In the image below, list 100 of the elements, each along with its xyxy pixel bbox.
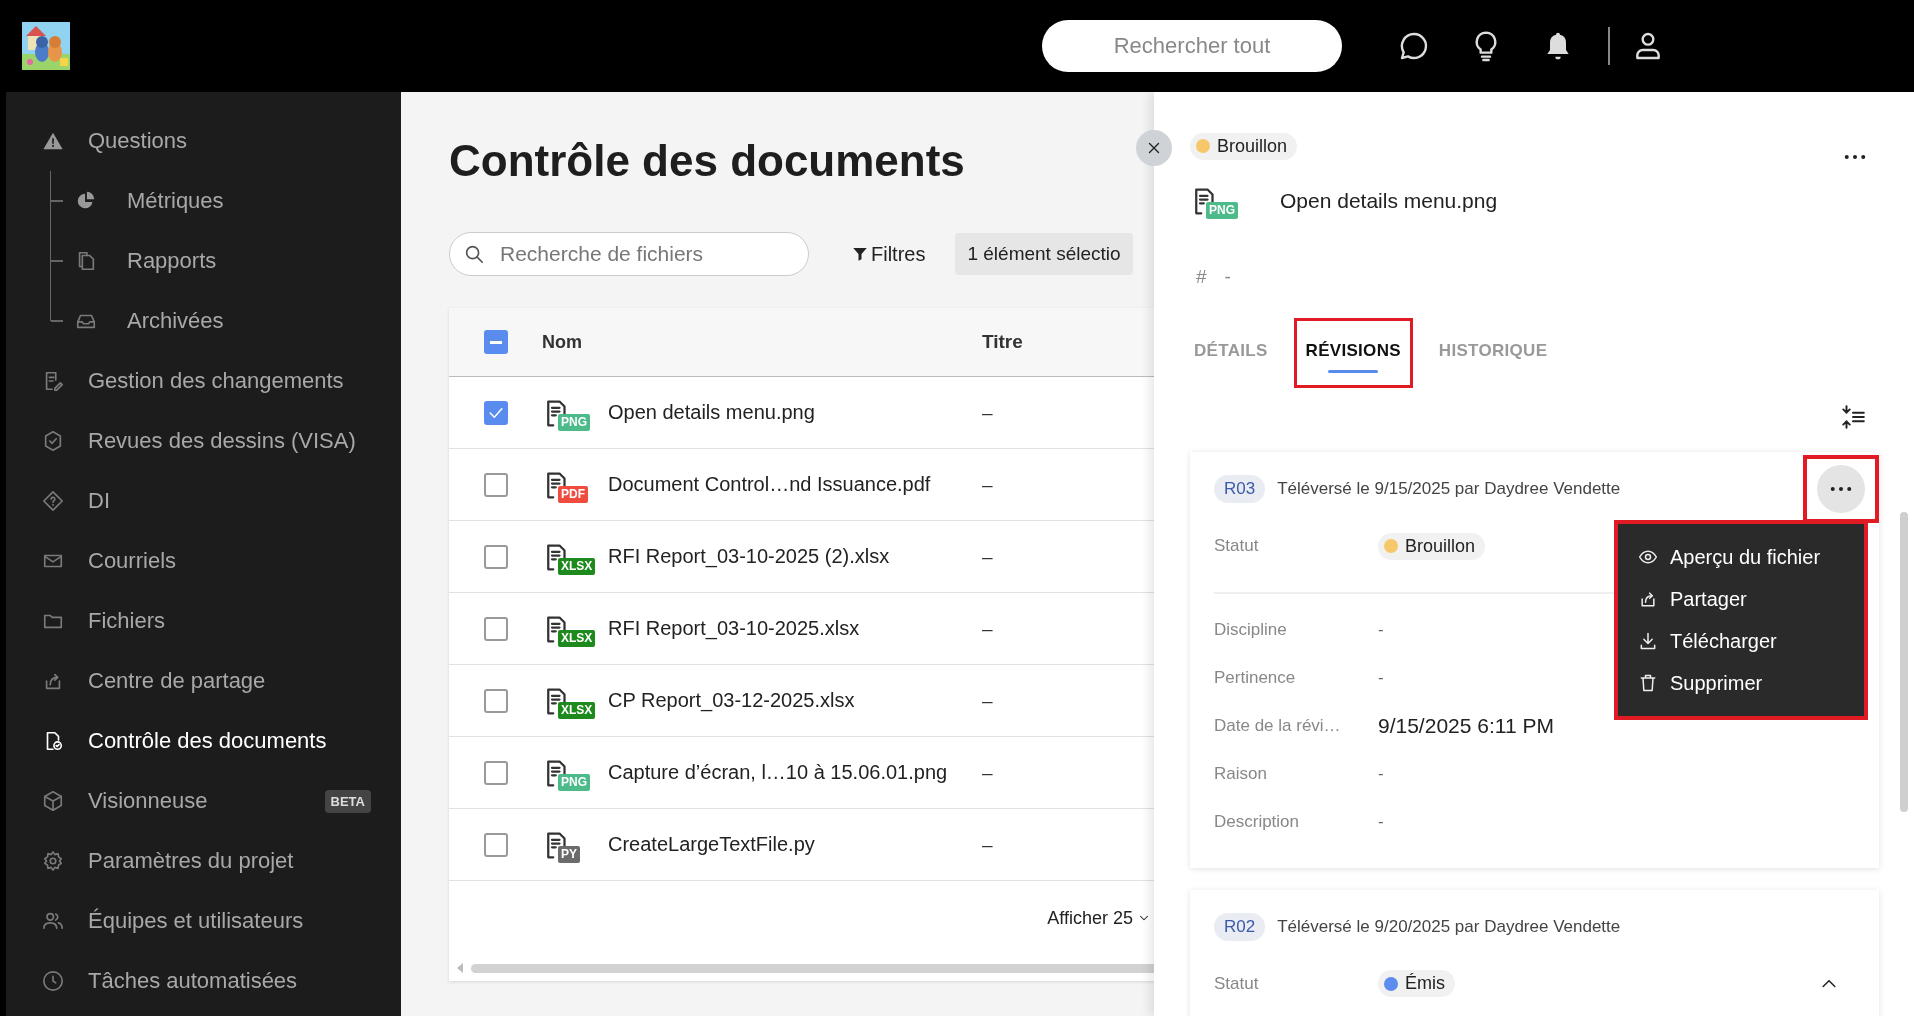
sidebar-subitem[interactable]: Archivées bbox=[51, 291, 401, 351]
page-title: Contrôle des documents bbox=[449, 136, 966, 186]
sidebar-item[interactable]: Équipes et utilisateurs bbox=[6, 891, 401, 951]
number-value: - bbox=[1224, 266, 1231, 288]
file-type-badge: PY bbox=[558, 845, 580, 863]
page-size-select[interactable]: Afficher 25 bbox=[1047, 907, 1151, 929]
file-type-badge: XLSX bbox=[558, 557, 596, 575]
cube-icon bbox=[42, 790, 64, 812]
users-icon bbox=[42, 910, 64, 932]
menu-item[interactable]: Aperçu du fichier bbox=[1618, 536, 1864, 578]
file-name[interactable]: Open details menu.png bbox=[608, 401, 815, 424]
file-name[interactable]: RFI Report_03-10-2025 (2).xlsx bbox=[608, 545, 890, 568]
row-checkbox[interactable] bbox=[483, 688, 508, 713]
sidebar-subitem[interactable]: Métriques bbox=[51, 171, 401, 231]
column-header[interactable]: Nom bbox=[542, 331, 982, 353]
field-value: - bbox=[1378, 811, 1384, 832]
table-cell: – bbox=[982, 617, 993, 640]
chat-icon bbox=[1398, 30, 1430, 62]
menu-item[interactable]: Partager bbox=[1618, 578, 1864, 620]
table-cell: – bbox=[982, 761, 993, 784]
menu-item[interactable]: Supprimer bbox=[1618, 662, 1864, 704]
sidebar-item[interactable]: Tâches automatisées bbox=[6, 951, 401, 1011]
sidebar-item[interactable]: Centre de partage bbox=[6, 651, 401, 711]
row-checkbox[interactable] bbox=[483, 544, 508, 569]
eye-icon bbox=[1638, 547, 1658, 567]
file-name[interactable]: Document Control…nd Issuance.pdf bbox=[608, 473, 931, 496]
clock-icon bbox=[42, 970, 64, 992]
sidebar-item[interactable]: Fichiers bbox=[6, 591, 401, 651]
field-label: Statut bbox=[1214, 536, 1260, 556]
more-icon bbox=[1830, 486, 1852, 492]
row-checkbox[interactable] bbox=[483, 760, 508, 785]
table-cell: – bbox=[982, 473, 993, 496]
field-label: Statut bbox=[1214, 973, 1260, 994]
file-type-badge: XLSX bbox=[558, 701, 596, 719]
revision-code: R03 bbox=[1214, 475, 1266, 503]
field-label: Raison bbox=[1214, 763, 1268, 784]
trash-icon bbox=[1638, 673, 1658, 693]
global-search-field[interactable]: Rechercher tout bbox=[1042, 20, 1342, 72]
table-cell: – bbox=[982, 545, 993, 568]
file-type-badge: PNG bbox=[558, 773, 590, 791]
scrollbar[interactable] bbox=[1900, 512, 1908, 812]
file-type-badge: PDF bbox=[558, 485, 588, 503]
column-header[interactable]: Titre bbox=[982, 331, 1023, 353]
file-name[interactable]: CP Report_03-12-2025.xlsx bbox=[608, 689, 855, 712]
close-button[interactable] bbox=[1136, 130, 1172, 166]
status-chip: Brouillon bbox=[1378, 532, 1486, 560]
minus-icon bbox=[489, 340, 502, 344]
share-icon bbox=[1638, 589, 1658, 609]
field-value: - bbox=[1378, 763, 1384, 784]
row-checkbox[interactable] bbox=[483, 400, 508, 425]
row-checkbox[interactable] bbox=[483, 616, 508, 641]
field-label: Pertinence bbox=[1214, 667, 1297, 688]
sidebar-item[interactable]: Gestion des changements bbox=[6, 351, 401, 411]
help-diamond-icon bbox=[42, 490, 64, 512]
selection-chip: 1 élément sélectio bbox=[955, 233, 1133, 275]
search-icon bbox=[463, 243, 485, 265]
scrollbar-thumb[interactable] bbox=[471, 963, 1154, 973]
file-name[interactable]: RFI Report_03-10-2025.xlsx bbox=[608, 617, 860, 640]
sidebar-item[interactable]: Contrôle des documents bbox=[6, 711, 401, 771]
sidebar-subitem[interactable]: Rapports bbox=[51, 231, 401, 291]
shield-check-icon bbox=[42, 430, 64, 452]
select-all-checkbox[interactable] bbox=[483, 330, 508, 354]
settings-icon bbox=[42, 850, 64, 872]
tab[interactable]: RÉVISIONS bbox=[1293, 318, 1413, 388]
beta-badge: BETA bbox=[324, 789, 371, 813]
revision-code: R02 bbox=[1214, 912, 1266, 941]
filter-icon bbox=[851, 245, 869, 263]
scroll-left-icon[interactable] bbox=[457, 963, 463, 973]
download-icon bbox=[1638, 631, 1658, 651]
row-checkbox[interactable] bbox=[483, 472, 508, 497]
file-name: Open details menu.png bbox=[1280, 189, 1498, 213]
sidebar-item[interactable]: Visionneuse BETA bbox=[6, 771, 401, 831]
filter-button[interactable]: Filtres bbox=[851, 242, 926, 266]
field-value: - bbox=[1378, 619, 1384, 640]
status-chip: Brouillon bbox=[1190, 132, 1298, 160]
sidebar-item[interactable]: Courriels bbox=[6, 531, 401, 591]
field-label: Discipline bbox=[1214, 619, 1288, 640]
file-type-badge: PNG bbox=[1206, 202, 1238, 219]
more-icon bbox=[1844, 154, 1866, 160]
status-chip: Émis bbox=[1378, 970, 1455, 997]
file-search-field[interactable]: Recherche de fichiers bbox=[449, 232, 809, 276]
field-value: - bbox=[1378, 667, 1384, 688]
upload-info: Téléversé le 9/20/2025 par Daydree Vendette bbox=[1277, 916, 1621, 937]
sidebar-item[interactable]: DI bbox=[6, 471, 401, 531]
field-label: Date de la révi… bbox=[1214, 715, 1342, 736]
menu-item[interactable]: Télécharger bbox=[1618, 620, 1864, 662]
collapse-all-icon bbox=[1840, 404, 1866, 430]
sidebar-item[interactable]: Revues des dessins (VISA) bbox=[6, 411, 401, 471]
field-value: 9/15/2025 6:11 PM bbox=[1378, 713, 1554, 738]
file-name[interactable]: Capture d’écran, l…10 à 15.06.01.png bbox=[608, 761, 948, 784]
number-label: # bbox=[1196, 266, 1207, 288]
table-cell: – bbox=[982, 833, 993, 856]
table-cell: – bbox=[982, 689, 993, 712]
table-cell: – bbox=[982, 401, 993, 424]
sidebar-item[interactable]: Paramètres du projet bbox=[6, 831, 401, 891]
field-label: Description bbox=[1214, 811, 1301, 832]
row-checkbox[interactable] bbox=[483, 832, 508, 857]
sidebar-item[interactable]: Questions bbox=[6, 111, 401, 171]
file-type-badge: XLSX bbox=[558, 629, 596, 647]
file-name[interactable]: CreateLargeTextFile.py bbox=[608, 833, 815, 856]
